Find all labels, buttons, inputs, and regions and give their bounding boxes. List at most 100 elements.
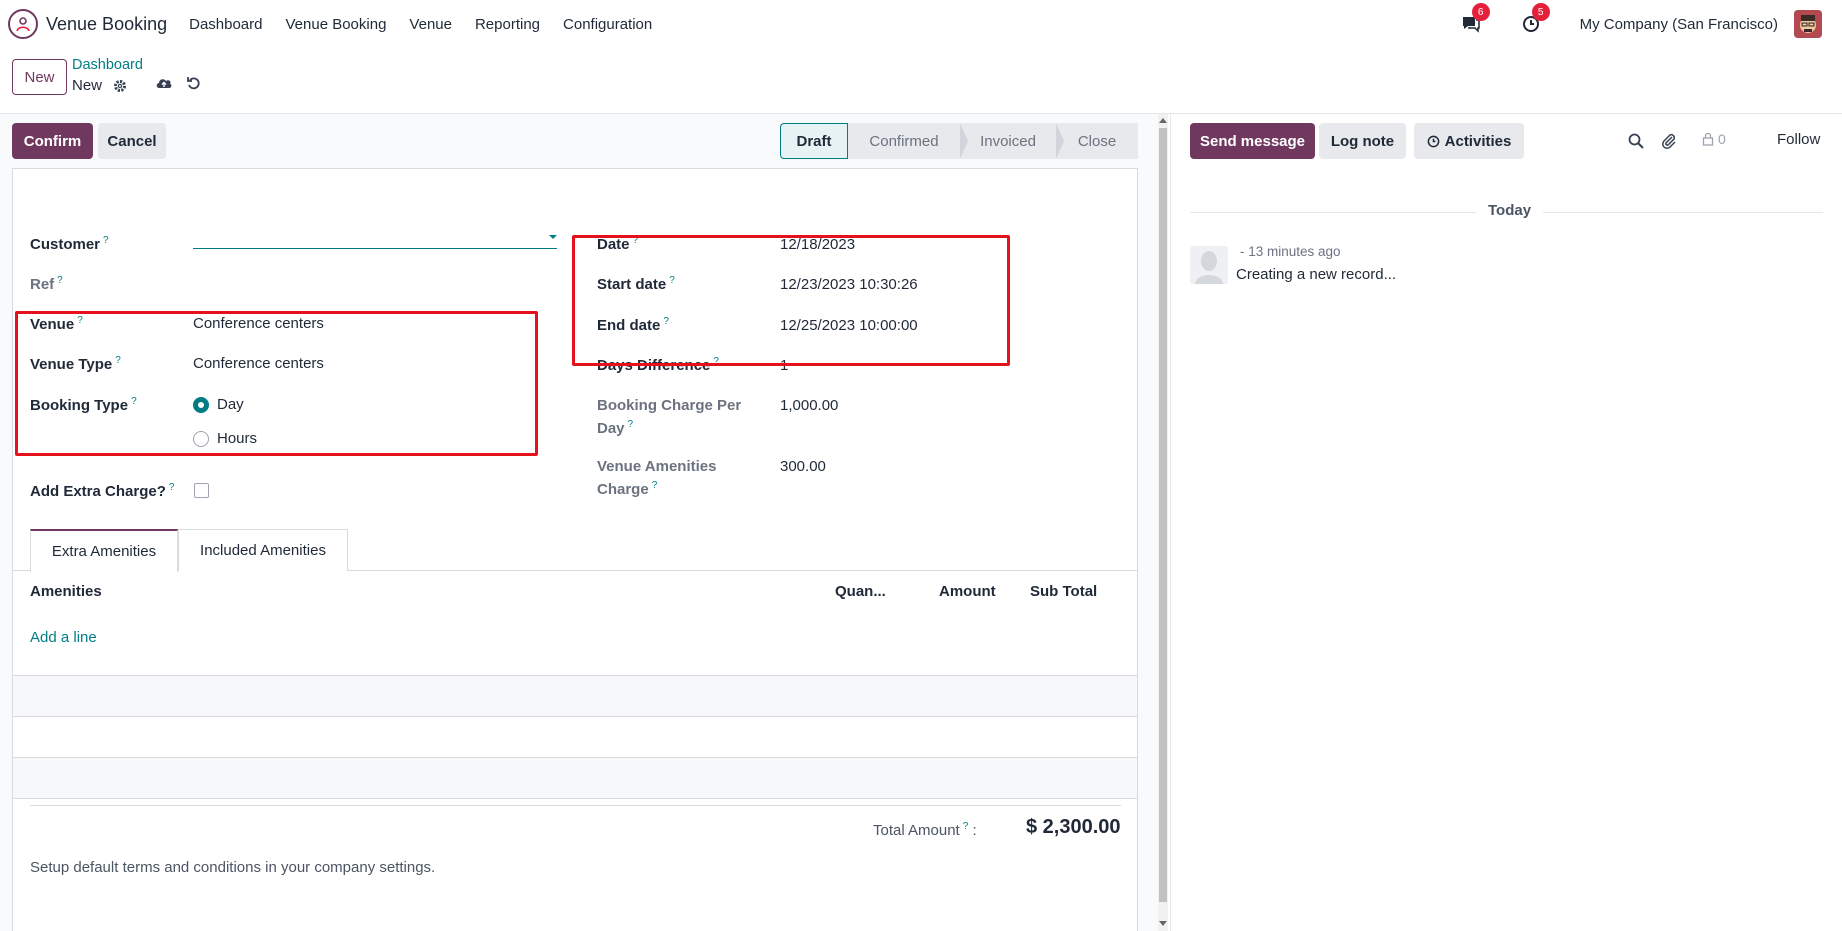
stage-confirmed[interactable]: Confirmed xyxy=(848,123,968,159)
total-colon: : xyxy=(972,822,977,839)
log-note-button[interactable]: Log note xyxy=(1319,123,1406,159)
ref-label-text: Ref xyxy=(30,276,55,293)
status-bar: Draft Confirmed Invoiced Close xyxy=(780,123,1138,159)
paperclip-icon[interactable] xyxy=(1659,131,1679,151)
column-amount[interactable]: Amount xyxy=(939,583,996,600)
clock-icon xyxy=(1427,135,1439,147)
stage-separator xyxy=(1056,123,1064,159)
stage-separator xyxy=(960,123,968,159)
breadcrumb-current-label: New xyxy=(72,77,103,94)
booking-charge-label-line2: Day? xyxy=(597,419,633,437)
navbar-systray: 6 5 My Company (San Francisco) xyxy=(1460,0,1822,48)
date-divider-label: Today xyxy=(1476,202,1544,219)
company-switcher[interactable]: My Company (San Francisco) xyxy=(1580,16,1778,33)
user-avatar[interactable] xyxy=(1794,10,1822,38)
tab-included-amenities[interactable]: Included Amenities xyxy=(178,529,348,571)
booking-charge-field: 1,000.00 xyxy=(780,397,839,414)
highlight-box-left xyxy=(15,311,538,456)
scrollbar-thumb[interactable] xyxy=(1159,128,1167,902)
app-name[interactable]: Venue Booking xyxy=(46,14,167,35)
scroll-up-icon[interactable] xyxy=(1159,118,1167,123)
customer-label: Customer? xyxy=(30,235,109,253)
form-scrollbar[interactable] xyxy=(1158,114,1168,931)
cancel-button[interactable]: Cancel xyxy=(98,123,166,159)
confirm-button[interactable]: Confirm xyxy=(12,123,93,159)
save-cloud-icon[interactable] xyxy=(154,73,174,93)
form-sheet: Customer? Ref? Venue? Conference centers… xyxy=(12,168,1138,931)
column-amenities[interactable]: Amenities xyxy=(30,583,102,600)
menu-dashboard[interactable]: Dashboard xyxy=(189,16,262,33)
menu-venue[interactable]: Venue xyxy=(409,16,452,33)
help-marker[interactable]: ? xyxy=(169,482,175,493)
notebook-tabs: Extra Amenities Included Amenities xyxy=(13,529,1137,572)
tab-extra-amenities[interactable]: Extra Amenities xyxy=(30,529,178,572)
help-marker[interactable]: ? xyxy=(57,275,63,286)
extra-charge-label-text: Add Extra Charge? xyxy=(30,483,166,500)
highlight-box-right xyxy=(572,235,1010,366)
table-row-end xyxy=(13,798,1137,799)
help-marker[interactable]: ? xyxy=(652,480,658,491)
table-row xyxy=(13,675,1137,716)
activities-button[interactable]: 5 xyxy=(1520,3,1550,35)
messages-badge: 6 xyxy=(1471,3,1490,21)
message-timestamp: - 13 minutes ago xyxy=(1240,244,1341,259)
customer-label-text: Customer xyxy=(30,236,101,253)
extra-charge-label: Add Extra Charge?? xyxy=(30,482,174,500)
help-marker[interactable]: ? xyxy=(963,821,969,832)
followers-button[interactable]: 0 xyxy=(1702,131,1726,147)
amenities-table-header: Amenities Quan... Amount Sub Total xyxy=(13,571,1137,613)
column-quantity[interactable]: Quan... xyxy=(835,583,886,600)
message-body: Creating a new record... xyxy=(1236,266,1397,283)
help-marker[interactable]: ? xyxy=(103,235,109,246)
amenities-charge-label-line2: Charge? xyxy=(597,480,657,498)
ref-label: Ref? xyxy=(30,275,63,293)
customer-input[interactable] xyxy=(193,225,557,249)
messages-button[interactable]: 6 xyxy=(1460,3,1490,35)
user-placeholder-icon xyxy=(1190,246,1228,284)
total-amount-value: $ 2,300.00 xyxy=(1026,816,1121,838)
stage-draft[interactable]: Draft xyxy=(780,123,848,159)
activities-button-chatter[interactable]: Activities xyxy=(1414,123,1524,159)
column-subtotal[interactable]: Sub Total xyxy=(1030,583,1097,600)
stage-close-label: Close xyxy=(1077,132,1117,150)
message-author-avatar[interactable] xyxy=(1190,246,1228,284)
extra-charge-checkbox[interactable] xyxy=(194,483,209,498)
search-icon[interactable] xyxy=(1626,131,1646,151)
terms-note: Setup default terms and conditions in yo… xyxy=(30,859,436,876)
amenities-charge-label-line2-text: Charge xyxy=(597,481,649,498)
gear-icon[interactable] xyxy=(112,78,128,94)
top-navbar: Venue Booking Dashboard Venue Booking Ve… xyxy=(0,0,1842,48)
menu-reporting[interactable]: Reporting xyxy=(475,16,540,33)
followers-count: 0 xyxy=(1718,131,1726,147)
discard-undo-icon[interactable] xyxy=(184,73,204,93)
breadcrumb-current: New xyxy=(72,77,128,94)
stage-invoiced-label: Invoiced xyxy=(980,132,1036,150)
follow-button[interactable]: Follow xyxy=(1777,131,1820,148)
total-amount-label: Total Amount? : xyxy=(873,821,977,839)
activities-badge: 5 xyxy=(1531,3,1550,21)
breadcrumb-dashboard[interactable]: Dashboard xyxy=(72,57,143,73)
app-logo-icon[interactable] xyxy=(8,9,38,39)
user-avatar-icon xyxy=(1794,10,1822,38)
send-message-button[interactable]: Send message xyxy=(1190,123,1315,159)
amenities-charge-field: 300.00 xyxy=(780,458,826,475)
stage-invoiced[interactable]: Invoiced xyxy=(960,123,1064,159)
booking-charge-label-line2-text: Day xyxy=(597,420,625,437)
menu-venue-booking[interactable]: Venue Booking xyxy=(286,16,387,33)
help-marker[interactable]: ? xyxy=(628,419,634,430)
stage-confirmed-label: Confirmed xyxy=(869,132,939,150)
add-line-link[interactable]: Add a line xyxy=(30,629,97,646)
stage-close[interactable]: Close xyxy=(1056,123,1138,159)
scroll-down-icon[interactable] xyxy=(1159,921,1167,926)
total-amount-label-text: Total Amount xyxy=(873,822,960,839)
stage-draft-label: Draft xyxy=(796,132,832,150)
chatter-panel: Send message Log note Activities 0 Follo… xyxy=(1170,114,1842,931)
menu-configuration[interactable]: Configuration xyxy=(563,16,652,33)
amenities-charge-label-line1: Venue Amenities xyxy=(597,458,717,475)
table-row xyxy=(13,757,1137,798)
new-button[interactable]: New xyxy=(12,59,67,95)
booking-charge-label-line1: Booking Charge Per xyxy=(597,397,742,414)
form-area: Confirm Cancel Draft Confirmed Invoiced … xyxy=(0,114,1160,931)
lock-icon xyxy=(1702,132,1714,146)
chevron-down-icon[interactable] xyxy=(549,235,557,239)
